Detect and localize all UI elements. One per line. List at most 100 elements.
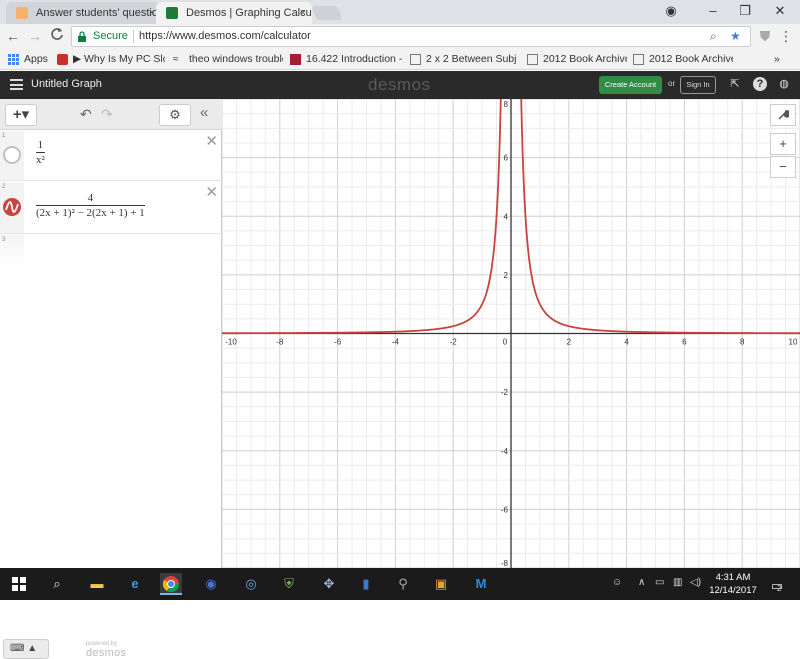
red-power-icon [57,54,68,65]
expression-panel: +▾ ↶ ↷ ⚙ « 1 1 x² ✕ 2 4 (2x + 1)² − 2(2x… [0,99,222,659]
bookmark-why-pc-slow[interactable]: ▶ Why Is My PC Slov [57,52,165,67]
x-tick-label: 10 [789,338,798,347]
expression-toolbar: +▾ ↶ ↷ ⚙ « [0,99,222,130]
tab-favicon-icon [16,7,28,19]
menu-hamburger-icon[interactable] [10,79,23,90]
apps-grid-icon [8,54,19,65]
app-icon[interactable]: ▣ [430,573,452,595]
forward-button[interactable]: → [26,27,44,45]
lock-icon [78,31,86,42]
delete-expression-icon[interactable]: ✕ [205,183,218,201]
or-text: or [668,79,676,88]
tab-close-icon[interactable]: × [300,2,306,24]
y-tick-label: 8 [504,100,509,109]
chrome-menu-icon[interactable]: ⋮ [777,27,795,45]
bookmarks-bar: Apps ▶ Why Is My PC Slov ≈ theo windows … [0,49,800,70]
account-icon[interactable]: ◉ [656,0,686,24]
formula-denominator: x² [36,154,45,166]
tab-answer-students[interactable]: Answer students' questio × [6,2,161,24]
desmos-logo: desmos [368,75,431,94]
graph-settings-button[interactable]: ⚙ [159,104,191,126]
secure-label: Secure [93,30,128,42]
new-tab-button[interactable] [311,6,343,20]
graph-paper[interactable]: -10 -8 -6 -4 -2 0 2 4 6 8 10 8 6 4 2 -2 -4 -6 -8 [222,99,800,568]
x-tick-label: 8 [740,338,745,347]
app-icon[interactable]: ⛨ [278,573,300,595]
browser-toolbar: ← → Secure https://www.desmos.com/calcul… [0,24,800,49]
app-icon[interactable]: M [470,573,492,595]
tab-desmos[interactable]: Desmos | Graphing Calcu × [156,2,312,24]
share-icon[interactable]: ⇱ [728,77,742,91]
edge-icon[interactable]: e [124,573,146,595]
battery-icon[interactable]: ▭ [655,577,664,588]
reload-button[interactable] [48,27,66,45]
bookmark-label: ▶ Why Is My PC Slov [73,53,165,65]
close-window-button[interactable]: ✕ [765,0,795,24]
globe-icon[interactable]: ◍ [777,77,791,91]
expression-row-2[interactable]: 2 4 (2x + 1)² − 2(2x + 1) + 1 ✕ [0,182,222,234]
maximize-button[interactable]: ❐ [730,0,760,24]
redo-icon[interactable]: ↷ [101,106,113,123]
bookmark-16422-introduction[interactable]: 16.422 Introduction - [290,52,402,67]
tray-chevron-icon[interactable]: ∧ [638,577,645,588]
bookmark-theo-windows[interactable]: ≈ theo windows trouble [173,52,283,67]
desmos-favicon-icon [166,7,178,19]
extension-shield-icon[interactable]: ⛊ [756,27,774,45]
tab-close-icon[interactable]: × [149,2,155,24]
minimize-button[interactable]: – [698,0,728,24]
bookmark-2012-book-archive-2[interactable]: 2012 Book Archive [633,52,733,67]
taskbar-clock[interactable]: 4:31 AM 12/14/2017 [706,571,760,597]
mit-icon [290,54,301,65]
bookmark-star-icon[interactable]: ★ [730,29,741,43]
graph-settings-wrench-button[interactable] [770,104,796,126]
search-icon[interactable]: ⌕ [46,573,68,595]
bookmark-2012-book-archive[interactable]: 2012 Book Archive [527,52,627,67]
hidden-graph-toggle-icon[interactable] [3,146,21,164]
undo-icon[interactable]: ↶ [80,106,92,123]
x-tick-label: -2 [450,338,458,347]
bookmarks-overflow-button[interactable]: » [774,52,780,67]
help-icon[interactable]: ? [753,77,767,91]
x-tick-label: -6 [334,338,342,347]
app-icon[interactable]: ⚲ [392,573,414,595]
app-icon[interactable]: ▮ [355,573,377,595]
chrome-icon[interactable] [160,573,182,595]
delete-expression-icon[interactable]: ✕ [205,132,218,150]
action-center-icon[interactable]: ▭ 2 [766,573,788,595]
graph-svg[interactable]: -10 -8 -6 -4 -2 0 2 4 6 8 10 8 6 4 2 -2 -4 -6 -8 [222,99,800,568]
back-button[interactable]: ← [4,27,22,45]
sign-in-button[interactable]: Sign In [680,76,716,94]
bookmark-2x2-between-subjects[interactable]: 2 x 2 Between Subjec [410,52,517,67]
address-bar[interactable]: Secure https://www.desmos.com/calculator… [71,26,751,47]
expression-formula[interactable]: 1 x² [36,139,45,166]
expression-formula[interactable]: 4 (2x + 1)² − 2(2x + 1) + 1 [36,192,145,219]
tab-strip: Answer students' questio × Desmos | Grap… [0,0,800,24]
create-account-button[interactable]: Create Account [599,76,662,94]
windows-start-icon[interactable] [8,573,30,595]
graph-title[interactable]: Untitled Graph [31,78,102,90]
expression-row-3[interactable]: 3 [0,235,222,265]
app-icon[interactable]: ◉ [200,573,222,595]
app-icon[interactable]: ◎ [240,573,262,595]
bookmark-label: 2012 Book Archive [543,53,627,65]
zoom-icon[interactable]: ⌕ [710,29,717,44]
zoom-in-button[interactable]: + [770,133,796,155]
graph-visible-toggle-icon[interactable] [3,198,21,216]
file-explorer-icon[interactable]: ▬ [86,573,108,595]
zoom-out-button[interactable]: − [770,156,796,178]
wrench-icon [778,110,791,120]
bookmark-apps[interactable]: Apps [8,52,54,67]
x-tick-label: -10 [225,338,237,347]
app-icon[interactable]: ✥ [318,573,340,595]
keypad-toggle-button[interactable]: ⌨ ▲ [3,639,49,659]
volume-icon[interactable]: ◁) [690,577,701,588]
expression-row-1[interactable]: 1 1 x² ✕ [0,131,222,181]
url-text[interactable]: https://www.desmos.com/calculator [139,30,311,42]
bookmark-label: theo windows trouble [189,53,283,65]
people-icon[interactable]: ☺ [612,577,622,588]
desmos-header: Untitled Graph desmos Create Account or … [0,71,800,99]
collapse-list-icon[interactable]: « [200,104,208,121]
network-icon[interactable]: ▥ [673,577,682,588]
add-item-button[interactable]: +▾ [5,104,37,126]
y-tick-label: -8 [501,559,509,568]
